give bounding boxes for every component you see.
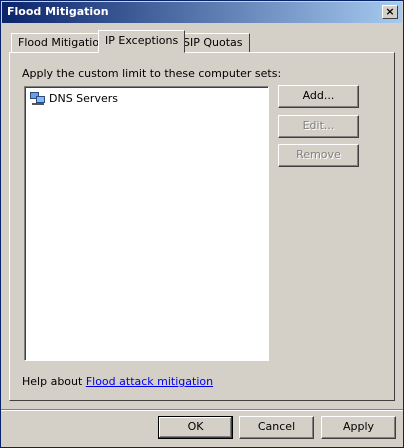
instruction-label: Apply the custom limit to these computer… [22, 67, 282, 80]
footer-separator [1, 409, 403, 411]
window-title: Flood Mitigation [7, 5, 109, 18]
remove-button[interactable]: Remove [278, 144, 359, 167]
close-button[interactable]: × [382, 5, 398, 19]
cancel-button[interactable]: Cancel [239, 416, 314, 439]
ip-exceptions-panel: Apply the custom limit to these computer… [9, 52, 395, 401]
close-icon: × [385, 5, 395, 18]
help-link[interactable]: Flood attack mitigation [86, 375, 213, 388]
tab-ip-exceptions[interactable]: IP Exceptions [98, 30, 186, 53]
title-bar[interactable]: Flood Mitigation × [2, 2, 402, 23]
computer-set-icon [30, 91, 46, 105]
help-prefix: Help about [22, 375, 86, 388]
apply-button[interactable]: Apply [321, 416, 396, 439]
computer-sets-list[interactable]: DNS Servers [24, 86, 269, 361]
list-item-label: DNS Servers [49, 91, 118, 105]
edit-button[interactable]: Edit... [278, 115, 359, 138]
tab-label: Flood Mitigation [18, 36, 107, 49]
tab-sip-quotas[interactable]: SIP Quotas [176, 33, 250, 52]
add-button[interactable]: Add... [278, 85, 359, 108]
tab-label: IP Exceptions [105, 34, 179, 47]
tab-label: SIP Quotas [183, 36, 243, 49]
list-item[interactable]: DNS Servers [30, 90, 118, 106]
help-text: Help about Flood attack mitigation [22, 375, 213, 388]
dialog-window: Flood Mitigation × Flood Mitigation IP E… [0, 0, 404, 448]
ok-button[interactable]: OK [158, 416, 233, 439]
